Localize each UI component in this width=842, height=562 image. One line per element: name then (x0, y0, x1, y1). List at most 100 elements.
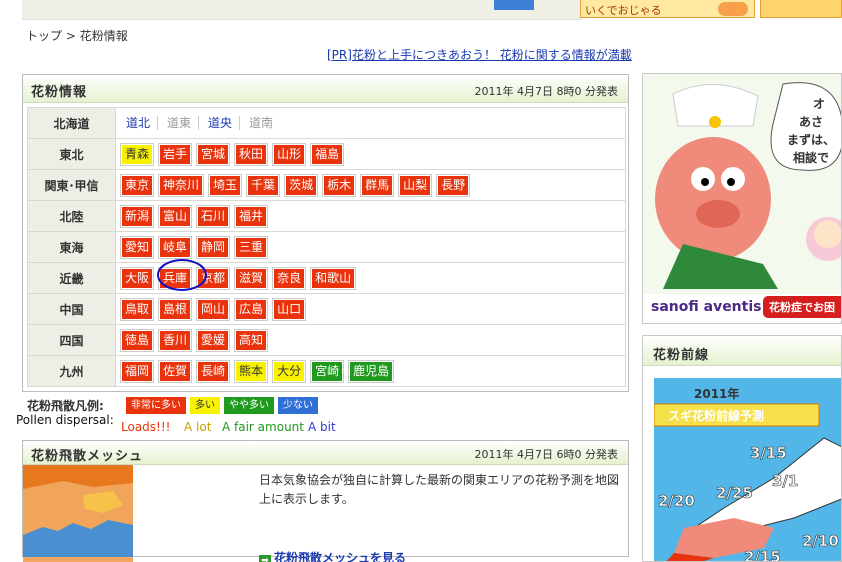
prefecture-link[interactable]: 静岡 (196, 235, 231, 259)
top-banner-ad-2[interactable] (760, 0, 842, 18)
sanofi-brand: sanofi aventis (651, 299, 762, 315)
prefecture-link[interactable]: 長崎 (196, 359, 231, 383)
pollen-panel-date: 2011年 4月7日 8時0 分発表 (474, 85, 618, 98)
prefecture-link[interactable]: 福井 (234, 204, 269, 228)
ad-bubble-line-3: まずは、 (787, 132, 835, 147)
region-prefectures: 福岡 佐賀 長崎 熊本 大分 宮崎 鹿児島 (115, 355, 626, 387)
prefecture-link[interactable]: 長野 (436, 173, 471, 197)
ad-bubble-line-1: オ (813, 97, 825, 111)
prefecture-link[interactable]: 群馬 (360, 173, 395, 197)
prefecture-link[interactable]: 鹿児島 (348, 359, 395, 383)
prefecture-link[interactable]: 和歌山 (310, 266, 357, 290)
region-row: 東北 青森 岩手 宮城 秋田 山形 福島 (27, 138, 626, 170)
prefecture-link[interactable]: 愛知 (119, 235, 155, 259)
legend-en-label: A fair amount (222, 420, 304, 434)
region-row: 北海道 道北 道東 道央 道南 (27, 107, 626, 139)
prefecture-link[interactable]: 茨城 (284, 173, 319, 197)
prefecture-link[interactable]: 福岡 (119, 359, 155, 383)
prefecture-link[interactable]: 岩手 (158, 142, 193, 166)
top-banner-ad-1[interactable]: いくでおじゃる (580, 0, 755, 18)
prefecture-link[interactable]: 栃木 (322, 173, 357, 197)
front-date-5: 2/10 (802, 532, 839, 550)
sanofi-ad[interactable]: オ あさ まずは、 相談で sanofi aventis 花粉症でお困 (642, 73, 842, 324)
prefecture-link[interactable]: 京都 (196, 266, 231, 290)
top-nav-button[interactable] (494, 0, 534, 10)
prefecture-link[interactable]: 熊本 (234, 359, 269, 383)
prefecture-link[interactable]: 佐賀 (158, 359, 193, 383)
prefecture-link[interactable]: 石川 (196, 204, 231, 228)
legend-swatch: やや多い (224, 397, 274, 414)
prefecture-link[interactable]: 富山 (158, 204, 193, 228)
prefecture-link[interactable]: 愛媛 (196, 328, 231, 352)
mesh-map-image (23, 465, 133, 557)
prefecture-link[interactable]: 香川 (158, 328, 193, 352)
region-prefectures: 新潟 富山 石川 福井 (115, 200, 626, 232)
prefecture-link[interactable]: 福島 (310, 142, 345, 166)
prefecture-link[interactable]: 千葉 (246, 173, 281, 197)
prefecture-link[interactable]: 神奈川 (158, 173, 205, 197)
region-name: 東北 (27, 138, 116, 170)
legend-items: 非常に多い 多い やや多い 少ない (126, 397, 318, 414)
region-name: 関東･甲信 (27, 169, 116, 201)
legend-swatch: 少ない (278, 397, 318, 414)
mesh-map-thumbnail[interactable] (23, 465, 133, 562)
prefecture-link[interactable]: 宮城 (196, 142, 231, 166)
front-map-title-2: スギ花粉前線予測 (668, 408, 764, 423)
prefecture-link[interactable]: 岡山 (196, 297, 231, 321)
prefecture-link[interactable]: 道央 (203, 114, 237, 133)
sanofi-consult-button[interactable]: 花粉症でお困 (763, 296, 841, 318)
prefecture-link[interactable]: 鳥取 (119, 297, 155, 321)
prefecture-link[interactable]: 島根 (158, 297, 193, 321)
prefecture-link[interactable]: 三重 (234, 235, 269, 259)
region-name: 東海 (27, 231, 116, 263)
prefecture-link[interactable]: 新潟 (119, 204, 155, 228)
mesh-view-link-label: 花粉飛散メッシュを見る (274, 551, 407, 562)
legend-swatch: 多い (190, 397, 220, 414)
ad-bubble-line-4: 相談で (793, 150, 829, 165)
prefecture-link[interactable]: 高知 (234, 328, 269, 352)
prefecture-link[interactable]: 道北 (121, 114, 155, 133)
front-date-2: 3/1 (772, 472, 798, 490)
prefecture-link[interactable]: 山口 (272, 297, 307, 321)
legend-en-label: A lot (184, 420, 212, 434)
prefecture-link: 道東 (167, 115, 192, 130)
region-row: 近畿 大阪 兵庫 京都 滋賀 奈良 和歌山 (27, 262, 626, 294)
mesh-body: 日本気象協会が独自に計算した最新の関東エリアの花粉予測を地図上に表示します。 ➡… (23, 465, 628, 562)
pollen-front-header: 花粉前線 (643, 336, 841, 366)
region-row: 北陸 新潟 富山 石川 福井 (27, 200, 626, 232)
legend-swatch: 非常に多い (126, 397, 186, 414)
prefecture-link[interactable]: 滋賀 (234, 266, 269, 290)
mesh-view-link[interactable]: ➡ 花粉飛散メッシュを見る (259, 549, 406, 562)
prefecture-link[interactable]: 埼玉 (208, 173, 243, 197)
cartoon-character-icon (718, 2, 748, 16)
prefecture-link[interactable]: 山形 (272, 142, 307, 166)
pr-link[interactable]: [PR]花粉と上手につきあおう！ 花粉に関する情報が満載 (327, 46, 632, 63)
prefecture-link[interactable]: 東京 (119, 173, 155, 197)
legend-en-label: Loads!!! (121, 420, 171, 434)
prefecture-link[interactable]: 大阪 (119, 266, 155, 290)
prefecture-link[interactable]: 広島 (234, 297, 269, 321)
front-date-3: 2/20 (658, 492, 695, 510)
arrow-right-icon: ➡ (259, 555, 271, 562)
region-row: 中国 鳥取 島根 岡山 広島 山口 (27, 293, 626, 325)
region-prefectures: 鳥取 島根 岡山 広島 山口 (115, 293, 626, 325)
top-banner-ad-text: いくでおじゃる (585, 4, 662, 17)
prefecture-link[interactable]: 青森 (119, 142, 155, 166)
prefecture-link[interactable]: 徳島 (119, 328, 155, 352)
prefecture-link[interactable]: 兵庫 (158, 266, 193, 290)
prefecture-link[interactable]: 秋田 (234, 142, 269, 166)
top-strip: いくでおじゃる (0, 0, 842, 22)
region-name: 北陸 (27, 200, 116, 232)
genie-character-illustration: オ あさ まずは、 相談で (643, 74, 841, 294)
breadcrumb-home[interactable]: トップ (26, 29, 62, 43)
mesh-description: 日本気象協会が独自に計算した最新の関東エリアの花粉予測を地図上に表示します。 (259, 473, 620, 506)
prefecture-link[interactable]: 山梨 (398, 173, 433, 197)
prefecture-link[interactable]: 岐阜 (158, 235, 193, 259)
pollen-front-map[interactable]: 2011年 スギ花粉前線予測 3/15 3/1 2/20 2/25 2/10 2… (654, 378, 841, 561)
region-row: 九州 福岡 佐賀 長崎 熊本 大分 宮崎 鹿児島 (27, 355, 626, 387)
pollen-front-panel: 花粉前線 2011年 スギ花粉前線予測 3/15 3/1 2/20 2/25 2… (642, 335, 842, 562)
prefecture-link[interactable]: 大分 (272, 359, 307, 383)
prefecture-link[interactable]: 宮崎 (310, 359, 345, 383)
mesh-panel-header: 花粉飛散メッシュ 2011年 4月7日 6時0 分発表 (23, 441, 628, 465)
prefecture-link[interactable]: 奈良 (272, 266, 307, 290)
